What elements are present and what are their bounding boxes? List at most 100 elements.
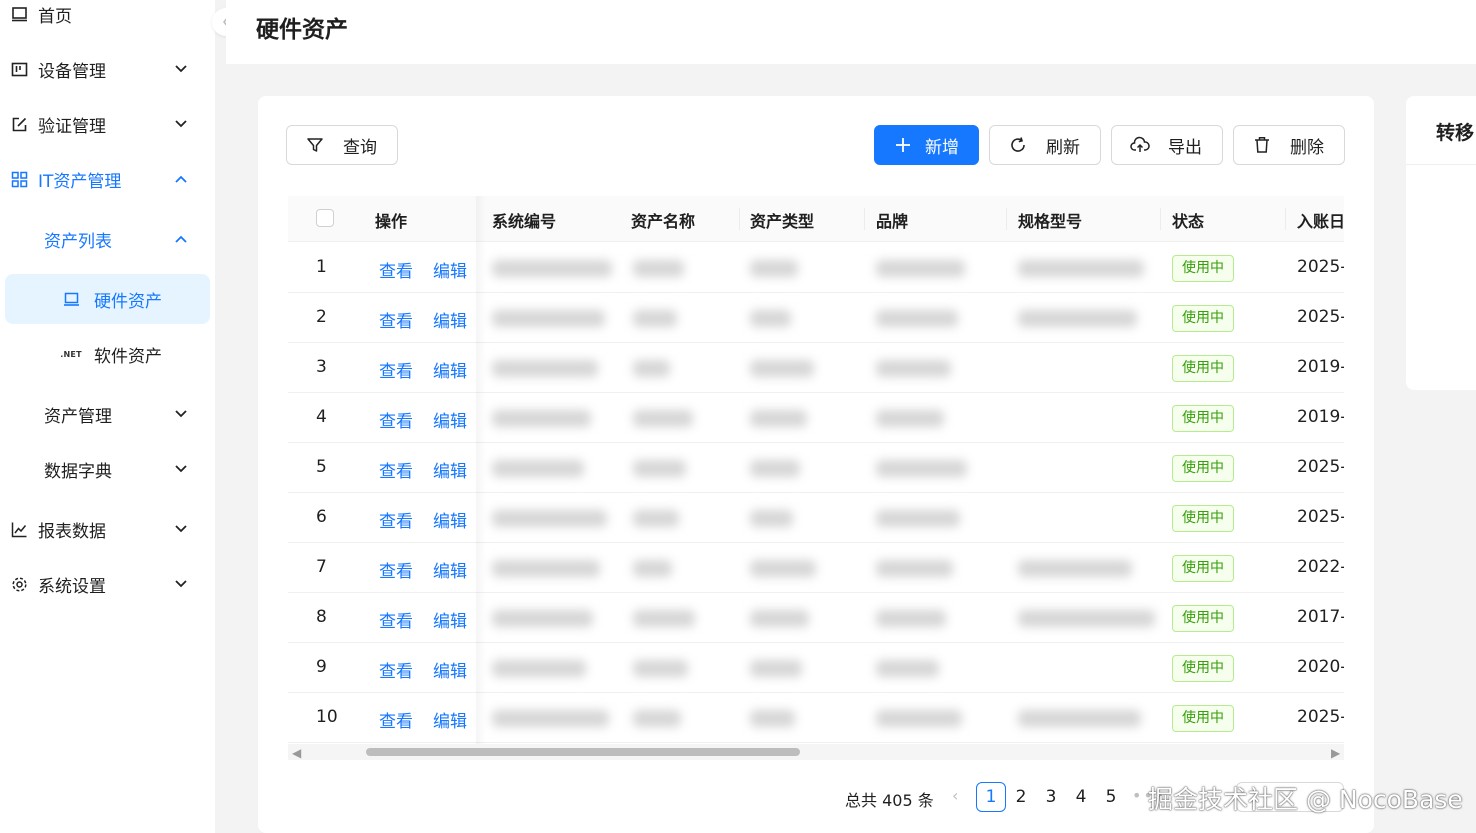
view-link[interactable]: 查看: [379, 307, 413, 332]
add-button[interactable]: 新增: [874, 125, 979, 165]
view-link[interactable]: 查看: [379, 557, 413, 582]
page-4[interactable]: 4: [1066, 782, 1096, 812]
redacted-cell: [633, 410, 693, 427]
entry-date: 2025-1: [1297, 257, 1344, 277]
column-header[interactable]: 状态: [1172, 208, 1204, 232]
view-link[interactable]: 查看: [379, 457, 413, 482]
cloud-upload-icon: [1130, 135, 1150, 155]
column-header[interactable]: 资产名称: [631, 208, 695, 232]
sidebar-item-dictionary[interactable]: 数据字典: [0, 444, 215, 494]
column-header[interactable]: 规格型号: [1018, 208, 1082, 232]
table-row[interactable]: 9 查看编辑 使用中 2020-0: [288, 643, 1344, 693]
query-button[interactable]: 查询: [286, 125, 398, 165]
table-row[interactable]: 8 查看编辑 使用中 2017-1: [288, 593, 1344, 643]
divider: [1406, 164, 1476, 165]
entry-date: 2020-0: [1297, 657, 1344, 677]
table-row[interactable]: 2 查看编辑 使用中 2025-1: [288, 293, 1344, 343]
status-badge: 使用中: [1172, 305, 1234, 332]
edit-link[interactable]: 编辑: [433, 357, 467, 382]
edit-link[interactable]: 编辑: [433, 407, 467, 432]
view-link[interactable]: 查看: [379, 607, 413, 632]
redacted-cell: [876, 310, 958, 327]
sidebar-item-software[interactable]: .NET 软件资产: [0, 329, 215, 379]
page-5[interactable]: 5: [1096, 782, 1126, 812]
redacted-cell: [492, 310, 605, 327]
edit-link[interactable]: 编辑: [433, 507, 467, 532]
select-all-checkbox[interactable]: [316, 209, 334, 227]
status-badge: 使用中: [1172, 505, 1234, 532]
edit-link[interactable]: 编辑: [433, 257, 467, 282]
sidebar: 首页 设备管理 验证管理 IT资产管理 资产列表 硬件资产 .NET 软件资产: [0, 0, 215, 833]
refresh-button[interactable]: 刷新: [989, 125, 1101, 165]
sidebar-item-asset-list[interactable]: 资产列表: [0, 214, 215, 264]
redacted-cell: [750, 560, 816, 577]
edit-link[interactable]: 编辑: [433, 607, 467, 632]
page-2[interactable]: 2: [1006, 782, 1036, 812]
column-header[interactable]: 操作: [375, 208, 407, 232]
column-header[interactable]: 品牌: [876, 208, 908, 232]
table-row[interactable]: 5 查看编辑 使用中 2025-0: [288, 443, 1344, 493]
column-header[interactable]: 入账日: [1297, 208, 1344, 232]
scroll-left-icon[interactable]: ◀: [292, 746, 301, 760]
sidebar-item-label: IT资产管理: [38, 171, 122, 192]
table-row[interactable]: 1 查看编辑 使用中 2025-1: [288, 243, 1344, 293]
transfer-card-title: 转移: [1436, 122, 1475, 144]
view-link[interactable]: 查看: [379, 257, 413, 282]
redacted-cell: [750, 710, 795, 727]
pagination-total: 总共 405 条: [845, 791, 934, 810]
redacted-cell: [492, 410, 591, 427]
page-3[interactable]: 3: [1036, 782, 1066, 812]
view-link[interactable]: 查看: [379, 657, 413, 682]
edit-link[interactable]: 编辑: [433, 307, 467, 332]
redacted-cell: [750, 360, 814, 377]
scrollbar-thumb[interactable]: [366, 748, 800, 756]
entry-date: 2019-0: [1297, 407, 1344, 427]
sidebar-item-home[interactable]: 首页: [0, 0, 215, 39]
redacted-cell: [750, 510, 793, 527]
view-link[interactable]: 查看: [379, 507, 413, 532]
chevron-down-icon: [174, 462, 188, 476]
redacted-cell: [633, 560, 672, 577]
redacted-cell: [876, 610, 946, 627]
export-button[interactable]: 导出: [1111, 125, 1223, 165]
view-link[interactable]: 查看: [379, 407, 413, 432]
view-link[interactable]: 查看: [379, 707, 413, 732]
chevron-down-icon: [174, 577, 188, 591]
sidebar-item-settings[interactable]: 系统设置: [0, 559, 215, 609]
transfer-card: 转移: [1406, 96, 1476, 390]
sidebar-item-verify[interactable]: 验证管理: [0, 99, 215, 149]
row-index: 4: [316, 407, 327, 427]
column-header[interactable]: 资产类型: [750, 208, 814, 232]
scroll-right-icon[interactable]: ▶: [1331, 746, 1340, 760]
board-icon: [10, 60, 28, 78]
sidebar-item-label: 报表数据: [38, 521, 106, 542]
status-badge: 使用中: [1172, 705, 1234, 732]
table-row[interactable]: 10 查看编辑 使用中 2025-1: [288, 693, 1344, 743]
row-index: 9: [316, 657, 327, 677]
table-row[interactable]: 3 查看编辑 使用中 2019-0: [288, 343, 1344, 393]
redacted-cell: [633, 310, 677, 327]
entry-date: 2025-1: [1297, 507, 1344, 527]
chevron-down-icon: [174, 117, 188, 131]
entry-date: 2019-0: [1297, 357, 1344, 377]
table-row[interactable]: 6 查看编辑 使用中 2025-1: [288, 493, 1344, 543]
sidebar-item-report[interactable]: 报表数据: [0, 504, 215, 554]
edit-link[interactable]: 编辑: [433, 707, 467, 732]
view-link[interactable]: 查看: [379, 357, 413, 382]
edit-link[interactable]: 编辑: [433, 657, 467, 682]
table-row[interactable]: 4 查看编辑 使用中 2019-0: [288, 393, 1344, 443]
sidebar-item-asset-manage[interactable]: 资产管理: [0, 389, 215, 439]
redacted-cell: [1018, 260, 1144, 277]
page-1[interactable]: 1: [976, 782, 1006, 812]
horizontal-scrollbar[interactable]: ◀ ▶: [288, 744, 1344, 760]
prev-page-icon[interactable]: ‹: [952, 786, 958, 805]
delete-button[interactable]: 删除: [1233, 125, 1345, 165]
table-row[interactable]: 7 查看编辑 使用中 2022-1: [288, 543, 1344, 593]
sidebar-item-device[interactable]: 设备管理: [0, 44, 215, 94]
edit-link[interactable]: 编辑: [433, 457, 467, 482]
redacted-cell: [633, 260, 684, 277]
sidebar-item-hardware[interactable]: 硬件资产: [5, 274, 210, 324]
column-header[interactable]: 系统编号: [492, 208, 556, 232]
sidebar-item-it-asset[interactable]: IT资产管理: [0, 154, 215, 204]
edit-link[interactable]: 编辑: [433, 557, 467, 582]
